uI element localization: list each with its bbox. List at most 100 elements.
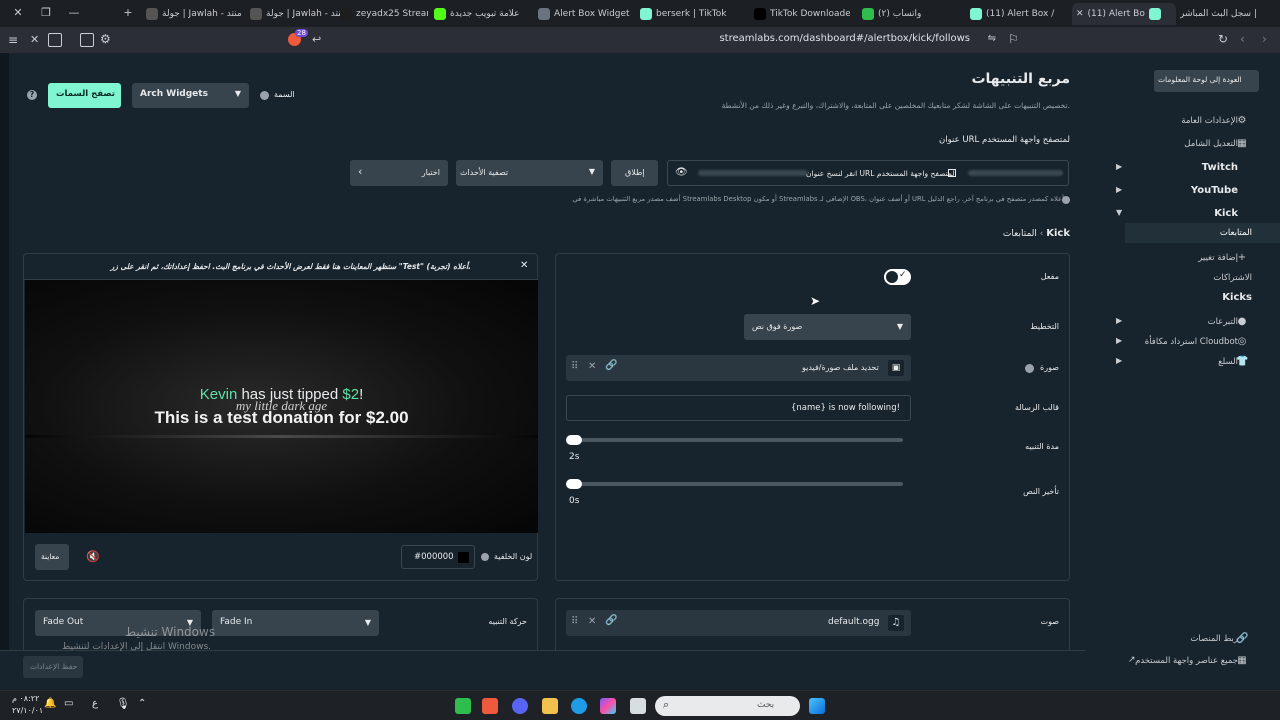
share-icon[interactable]: ↩ bbox=[312, 33, 321, 46]
compare-button[interactable]: معاينة bbox=[35, 544, 69, 570]
browser-tab[interactable]: TikTok Downloader bbox=[750, 3, 850, 25]
layout-select[interactable]: صورة فوق نص ▼ bbox=[744, 314, 911, 340]
sidebar-item-add-variation[interactable]: + إضافة تغيير bbox=[1110, 248, 1280, 268]
image-icon[interactable]: ▣ bbox=[888, 360, 904, 376]
mute-icon[interactable]: 🔇 bbox=[86, 550, 100, 563]
menu-icon[interactable]: ≡ bbox=[8, 33, 22, 47]
info-icon bbox=[1025, 364, 1034, 373]
animation-in-value: Fade In bbox=[220, 617, 253, 627]
copy-icon[interactable] bbox=[948, 169, 956, 177]
breadcrumb-root[interactable]: Kick bbox=[1046, 228, 1070, 239]
browser-tab[interactable]: سجل البث المباشر | bbox=[1180, 3, 1280, 25]
sidebar-item-kick[interactable]: ▼ Kick bbox=[1110, 204, 1280, 224]
sidebar-item-kicks[interactable]: Kicks bbox=[1110, 288, 1280, 308]
color-swatch[interactable] bbox=[458, 552, 469, 563]
display-icon[interactable]: ▭ bbox=[64, 698, 73, 709]
sidebar-item-connect-platforms[interactable]: 🔗 ربط المنصات bbox=[1110, 629, 1280, 649]
copilot-taskbar-icon[interactable] bbox=[600, 698, 616, 714]
test-button[interactable]: ‹ اختبار bbox=[350, 160, 448, 186]
eye-icon[interactable]: 👁 bbox=[675, 167, 688, 178]
site-settings-icon[interactable]: ⇋ bbox=[988, 33, 996, 44]
chevron-up-icon[interactable]: ⌃ bbox=[138, 698, 146, 709]
url-bar[interactable]: 28 ↩ streamlabs.com/dashboard#/alertbox/… bbox=[282, 29, 1022, 50]
browser-tab[interactable]: Alert Box Widget bbox=[534, 3, 630, 25]
link-icon[interactable]: 🔗 bbox=[605, 615, 617, 626]
text-delay-slider[interactable] bbox=[568, 482, 903, 486]
browser-tab-active[interactable]: ✕ (11) Alert Bo bbox=[1072, 3, 1176, 25]
drag-handle-icon[interactable]: ⠿ bbox=[571, 361, 578, 372]
taskbar-date[interactable]: ٢٧/١٠/٠١ bbox=[12, 706, 43, 715]
bell-icon[interactable]: 🔔 bbox=[44, 698, 56, 709]
events-filter-select[interactable]: تصفية الأحداث ▼ bbox=[456, 160, 603, 186]
restore-icon[interactable]: ❐ bbox=[38, 5, 54, 21]
image-field[interactable]: ⠿ ✕ 🔗 تحديد ملف صورة/فيديو ▣ bbox=[566, 355, 911, 381]
whatsapp-taskbar-icon[interactable] bbox=[455, 698, 471, 714]
browser-tab[interactable]: zeyadx25 Stream - bbox=[336, 3, 428, 25]
browser-tab[interactable]: جولة | Jawlah - منتد bbox=[142, 3, 242, 25]
sidebar-item-advanced[interactable]: ▦ التعديل الشامل bbox=[1110, 134, 1280, 154]
file-explorer-icon[interactable] bbox=[542, 698, 558, 714]
sound-field[interactable]: ⠿ ✕ 🔗 default.ogg ♫ bbox=[566, 610, 911, 636]
clear-icon[interactable]: ✕ bbox=[588, 616, 596, 627]
layout-label: التخطيط bbox=[1030, 322, 1059, 331]
browser-tab[interactable]: berserk | TikTok bbox=[636, 3, 744, 25]
browse-themes-button[interactable]: تصفح السمات bbox=[48, 83, 121, 108]
background-color-input[interactable]: #000000 bbox=[401, 545, 475, 569]
sidebar-item-follows[interactable]: المتابعات bbox=[1125, 223, 1280, 243]
new-tab-icon[interactable]: + bbox=[120, 5, 136, 21]
minimize-icon[interactable]: ✕ bbox=[10, 5, 26, 21]
sidebar-label: المتابعات bbox=[1219, 228, 1252, 238]
enabled-toggle[interactable]: ✓ bbox=[884, 269, 911, 285]
browser-tab[interactable]: علامة تبويب جديدة bbox=[430, 3, 542, 25]
text-delay-slider-handle[interactable] bbox=[566, 479, 582, 489]
widget-url-field[interactable]: 👁 انقر لنسخ عنوان URL لمتصفح واجهة المست… bbox=[667, 160, 1069, 186]
sidebar-item-merch[interactable]: ▶ 👕 السلع bbox=[1110, 352, 1280, 372]
duration-slider[interactable] bbox=[568, 438, 903, 442]
extensions-icon[interactable]: ⚙ bbox=[100, 32, 114, 46]
theme-select[interactable]: Arch Widgets ▼ bbox=[132, 83, 249, 108]
clear-icon[interactable]: ✕ bbox=[588, 361, 596, 372]
start-icon[interactable] bbox=[809, 698, 825, 714]
browser-tab[interactable]: (٢) واتساب bbox=[858, 3, 958, 25]
back-icon[interactable]: ‹ bbox=[1240, 32, 1245, 46]
bookmark-icon[interactable]: ⚐ bbox=[1008, 32, 1019, 46]
duration-slider-handle[interactable] bbox=[566, 435, 582, 445]
sidebar-toggle-icon[interactable] bbox=[48, 33, 62, 47]
microphone-icon[interactable]: 🎙 bbox=[116, 697, 130, 710]
close-tab-icon[interactable]: ✕ bbox=[1076, 9, 1084, 19]
sidebar-item-general[interactable]: ⚙ الإعدادات العامة bbox=[1110, 111, 1280, 131]
sidebar-item-all-widgets[interactable]: ▦ جميع عناصر واجهة المستخدم ↗ bbox=[1110, 651, 1280, 671]
forward-icon[interactable]: › bbox=[1262, 32, 1267, 46]
launch-button[interactable]: إطلاق bbox=[611, 160, 658, 186]
task-view-icon[interactable] bbox=[630, 698, 646, 714]
x-logo-icon[interactable]: ✕ bbox=[30, 33, 44, 47]
toggle-knob bbox=[886, 271, 898, 283]
maximize-icon[interactable]: — bbox=[66, 5, 82, 21]
sidebar-item-cloudbot[interactable]: ▶ ◎ استرداد مكافأة Cloudbot bbox=[1110, 332, 1280, 352]
edge-taskbar-icon[interactable] bbox=[571, 698, 587, 714]
browser-tab[interactable]: جولة | Jawlah - منتد bbox=[246, 3, 346, 25]
url-text[interactable]: streamlabs.com/dashboard#/alertbox/kick/… bbox=[719, 33, 970, 44]
sidebar-item-donations[interactable]: ▶ ● التبرعات bbox=[1110, 312, 1280, 332]
close-icon[interactable]: ✕ bbox=[520, 260, 528, 271]
browser-tab[interactable]: (11) Alert Box / bbox=[966, 3, 1066, 25]
taskbar-time[interactable]: ٠٨:٢٢ م bbox=[12, 694, 39, 703]
brave-taskbar-icon[interactable] bbox=[482, 698, 498, 714]
reload-icon[interactable]: ↻ bbox=[1218, 32, 1228, 46]
drag-handle-icon[interactable]: ⠿ bbox=[571, 616, 578, 627]
discord-taskbar-icon[interactable] bbox=[512, 698, 528, 714]
tab-manager-icon[interactable] bbox=[80, 33, 94, 47]
back-to-dashboard-button[interactable]: العودة إلى لوحة المعلومات bbox=[1154, 70, 1259, 92]
save-settings-button[interactable]: حفظ الإعدادات bbox=[23, 656, 83, 678]
sidebar-item-youtube[interactable]: ▶ YouTube bbox=[1110, 181, 1280, 201]
input-language[interactable]: ع bbox=[92, 698, 98, 709]
message-template-input[interactable]: {name} is now following! bbox=[566, 395, 911, 421]
help-icon[interactable]: ? bbox=[27, 90, 37, 100]
link-icon[interactable]: 🔗 bbox=[605, 360, 617, 371]
music-icon[interactable]: ♫ bbox=[888, 615, 904, 631]
animation-in-select[interactable]: Fade In ▼ bbox=[212, 610, 379, 636]
sidebar-item-twitch[interactable]: ▶ Twitch bbox=[1110, 158, 1280, 178]
copy-url-text[interactable]: انقر لنسخ عنوان URL لمتصفح واجهة المستخد… bbox=[806, 169, 955, 178]
taskbar-search[interactable]: ⌕ بحث bbox=[655, 696, 800, 716]
sidebar-item-subscriptions[interactable]: الاشتراكات bbox=[1110, 268, 1280, 288]
